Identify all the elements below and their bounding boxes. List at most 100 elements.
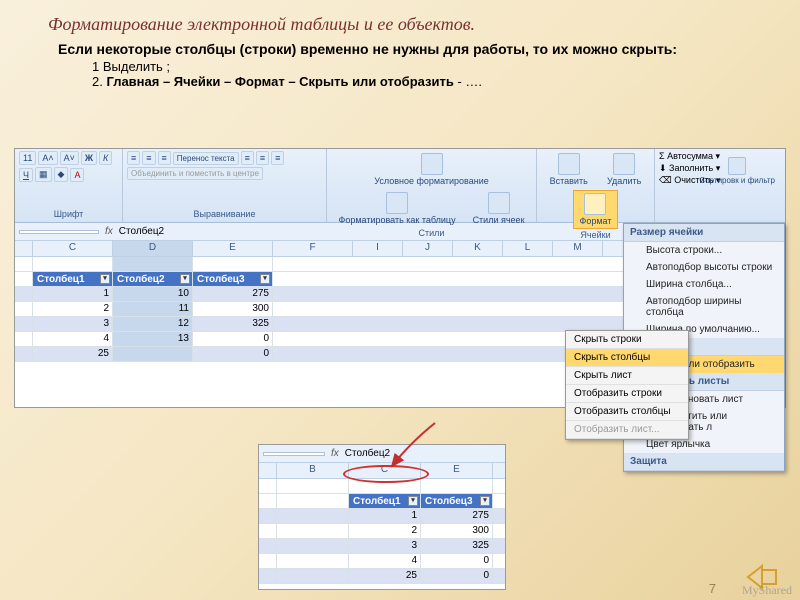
col-header[interactable]: C: [349, 463, 421, 478]
table-header[interactable]: Столбец1▾: [349, 494, 421, 508]
bold-button[interactable]: Ж: [81, 151, 97, 165]
cell[interactable]: [113, 347, 193, 361]
filter-icon: ▾: [408, 496, 418, 506]
conditional-format-button[interactable]: Условное форматирование: [368, 151, 495, 188]
cell[interactable]: 0: [193, 332, 273, 346]
table-header[interactable]: Столбец2▾: [113, 272, 193, 286]
cell[interactable]: 0: [193, 347, 273, 361]
sort-filter-button[interactable]: Сортировк и фильтр: [693, 155, 781, 187]
align-left-button[interactable]: ≡: [241, 151, 254, 165]
col-header[interactable]: E: [421, 463, 493, 478]
dd-autofit-col[interactable]: Автоподбор ширины столбца: [624, 293, 784, 321]
col-header[interactable]: L: [503, 241, 553, 256]
fill-color-button[interactable]: ◆: [54, 167, 69, 182]
fx-icon-2[interactable]: fx: [331, 448, 339, 459]
cell[interactable]: 4: [33, 332, 113, 346]
cell[interactable]: 2: [33, 302, 113, 316]
align-right-button[interactable]: ≡: [271, 151, 284, 165]
cell[interactable]: 2: [349, 524, 421, 538]
filter-icon: ▾: [480, 496, 490, 506]
merge-button[interactable]: Объединить и поместить в центре: [127, 167, 263, 180]
insert-button[interactable]: Вставить: [544, 151, 594, 188]
filter-icon: ▾: [180, 274, 190, 284]
formula-value[interactable]: Столбец2: [119, 226, 164, 237]
cell[interactable]: 300: [421, 524, 493, 538]
select-all-corner[interactable]: [15, 241, 33, 256]
align-mid-button[interactable]: ≡: [142, 151, 155, 165]
col-header[interactable]: D: [113, 241, 193, 256]
col-header[interactable]: I: [353, 241, 403, 256]
italic-button[interactable]: К: [99, 151, 112, 165]
dd-row-height[interactable]: Высота строки...: [624, 242, 784, 259]
cell[interactable]: 10: [113, 287, 193, 301]
dd-header-protect: Защита: [624, 453, 784, 471]
col-header[interactable]: M: [553, 241, 603, 256]
select-all-corner-2[interactable]: [259, 463, 277, 478]
wrap-text-button[interactable]: Перенос текста: [173, 152, 239, 165]
name-box[interactable]: [19, 230, 99, 234]
align-top-button[interactable]: ≡: [127, 151, 140, 165]
align-center-button[interactable]: ≡: [256, 151, 269, 165]
step-2: 2. Главная – Ячейки – Формат – Скрыть ил…: [92, 74, 752, 89]
sub-hide-cols[interactable]: Скрыть столбцы: [566, 349, 688, 367]
format-as-table-button[interactable]: Форматировать как таблицу: [332, 190, 461, 227]
col-header[interactable]: J: [403, 241, 453, 256]
table-header[interactable]: Столбец1▾: [33, 272, 113, 286]
dd-autofit-row[interactable]: Автоподбор высоты строки: [624, 259, 784, 276]
border-button[interactable]: ▦: [35, 167, 52, 182]
filter-icon: ▾: [100, 274, 110, 284]
ribbon-group-styles: Условное форматирование Форматировать ка…: [327, 149, 537, 222]
ribbon-group-align: ≡ ≡ ≡ Перенос текста ≡ ≡ ≡ Объединить и …: [123, 149, 327, 222]
grow-font-button[interactable]: A˄: [38, 151, 57, 165]
name-box-2[interactable]: [263, 452, 325, 456]
sub-show-sheet[interactable]: Отобразить лист...: [566, 421, 688, 439]
cell[interactable]: 325: [193, 317, 273, 331]
sub-hide-sheet[interactable]: Скрыть лист: [566, 367, 688, 385]
dd-col-width[interactable]: Ширина столбца...: [624, 276, 784, 293]
group-label-font: Шрифт: [19, 208, 118, 220]
align-bot-button[interactable]: ≡: [158, 151, 171, 165]
font-size-input[interactable]: 11: [19, 151, 36, 165]
grid-2: Столбец1▾ Столбец3▾ 1275 2300 3325 40 25…: [259, 479, 505, 584]
slide-subtitle: Если некоторые столбцы (строки) временно…: [0, 41, 800, 59]
fx-icon[interactable]: fx: [105, 226, 113, 237]
ribbon-group-edit: Σ Автосумма ▾ ⬇ Заполнить ▾ ⌫ Очистить ▾…: [655, 149, 785, 222]
cell[interactable]: 1: [33, 287, 113, 301]
cell[interactable]: 0: [421, 569, 493, 583]
cell[interactable]: 25: [349, 569, 421, 583]
ribbon-group-font: 11 A˄ A˅ Ж К Ч ▦ ◆ A Шрифт: [15, 149, 123, 222]
font-color-button[interactable]: A: [70, 168, 84, 182]
cell[interactable]: 11: [113, 302, 193, 316]
column-headers-2: B C E: [259, 463, 505, 479]
filter-icon: ▾: [260, 274, 270, 284]
page-number: 7: [709, 581, 716, 596]
cell[interactable]: 325: [421, 539, 493, 553]
cell[interactable]: 0: [421, 554, 493, 568]
shrink-font-button[interactable]: A˅: [60, 151, 79, 165]
sub-hide-rows[interactable]: Скрыть строки: [566, 331, 688, 349]
table-header[interactable]: Столбец3▾: [193, 272, 273, 286]
cell-styles-button[interactable]: Стили ячеек: [467, 190, 531, 227]
underline-button[interactable]: Ч: [19, 168, 33, 182]
col-header[interactable]: K: [453, 241, 503, 256]
cell[interactable]: 3: [349, 539, 421, 553]
sub-show-rows[interactable]: Отобразить строки: [566, 385, 688, 403]
cell[interactable]: 13: [113, 332, 193, 346]
cell[interactable]: 300: [193, 302, 273, 316]
cell[interactable]: 275: [421, 509, 493, 523]
col-header[interactable]: F: [273, 241, 353, 256]
delete-button[interactable]: Удалить: [601, 151, 647, 188]
col-header[interactable]: C: [33, 241, 113, 256]
col-header[interactable]: E: [193, 241, 273, 256]
cell[interactable]: 4: [349, 554, 421, 568]
cell[interactable]: 12: [113, 317, 193, 331]
cell[interactable]: 25: [33, 347, 113, 361]
cell[interactable]: 275: [193, 287, 273, 301]
formula-value-2[interactable]: Столбец2: [345, 448, 390, 459]
table-header[interactable]: Столбец3▾: [421, 494, 493, 508]
col-header[interactable]: B: [277, 463, 349, 478]
format-button[interactable]: Формат: [573, 190, 619, 229]
cell[interactable]: 1: [349, 509, 421, 523]
cell[interactable]: 3: [33, 317, 113, 331]
sub-show-cols[interactable]: Отобразить столбцы: [566, 403, 688, 421]
